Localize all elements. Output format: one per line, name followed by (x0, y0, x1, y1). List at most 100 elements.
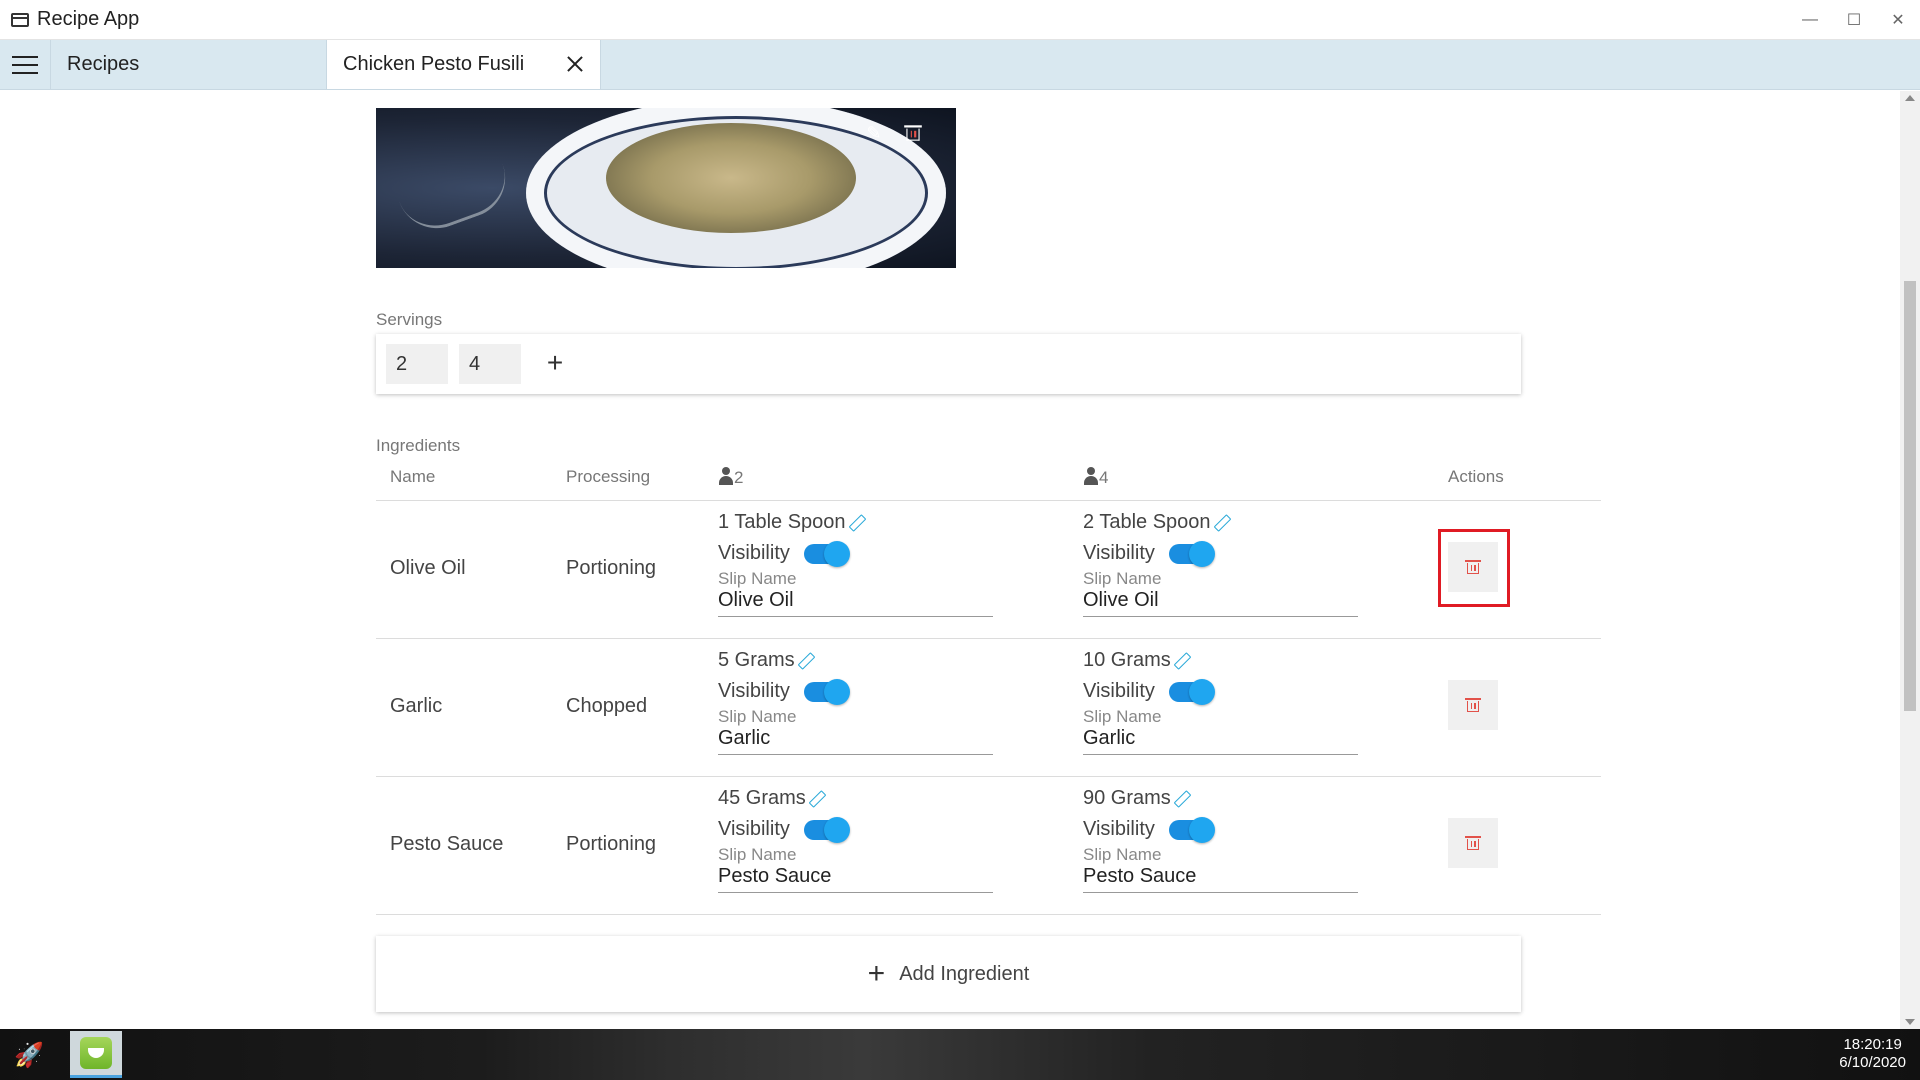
hamburger-icon (12, 55, 38, 58)
scroll-down-arrow[interactable] (1905, 1019, 1915, 1025)
pencil-icon[interactable] (1173, 653, 1189, 669)
slip-name-field[interactable]: Garlic (1083, 727, 1358, 755)
table-divider (376, 914, 1601, 915)
visibility-toggle[interactable] (1168, 816, 1215, 843)
taskbar-app-recipe[interactable] (70, 1031, 122, 1078)
pasta-decoration (606, 123, 856, 233)
edit-icon[interactable]: ✎ (861, 120, 887, 146)
quantity-amount: 90 Grams (1083, 787, 1171, 809)
slip-name-label: Slip Name (1083, 569, 1162, 588)
visibility-label: Visibility (718, 818, 790, 840)
slip-name-field[interactable]: Garlic (718, 727, 993, 755)
clock-time: 18:20:19 (1843, 1036, 1902, 1053)
fork-decoration (385, 126, 517, 240)
column-header-actions: Actions (1448, 467, 1504, 486)
plus-icon: + (867, 957, 886, 990)
slip-name-label: Slip Name (718, 707, 797, 726)
pencil-icon[interactable] (797, 653, 813, 669)
scroll-up-arrow[interactable] (1905, 95, 1915, 101)
window-titlebar: Recipe App — ☐ ✕ (0, 0, 1920, 40)
trash-icon (1465, 836, 1481, 850)
slip-name-label: Slip Name (718, 569, 797, 588)
rocket-icon[interactable]: 🚀 (12, 1039, 46, 1071)
delete-ingredient-button[interactable] (1448, 542, 1498, 592)
image-trash-icon[interactable] (900, 120, 926, 146)
visibility-toggle[interactable] (803, 678, 850, 705)
quantity-block-serving-4: 2 Table Spoon Visibility Slip Name Olive… (1083, 511, 1358, 639)
close-icon[interactable] (564, 53, 586, 75)
column-header-name: Name (390, 467, 436, 486)
slip-name-label: Slip Name (1083, 707, 1162, 726)
servings-card: 2 4 + (376, 334, 1521, 394)
pencil-icon[interactable] (848, 515, 864, 531)
visibility-label: Visibility (1083, 680, 1155, 702)
trash-icon (1465, 560, 1481, 574)
visibility-label: Visibility (718, 680, 790, 702)
visibility-toggle[interactable] (803, 816, 850, 843)
tab-recipes[interactable]: Recipes (51, 40, 327, 89)
quantity-block-serving-2: 5 Grams Visibility Slip Name Garlic (718, 649, 993, 777)
table-row: Pesto Sauce Portioning 45 Grams Visibili… (376, 777, 1601, 915)
quantity-block-serving-2: 1 Table Spoon Visibility Slip Name Olive… (718, 511, 993, 639)
minimize-button[interactable]: — (1788, 0, 1832, 40)
pencil-icon[interactable] (808, 791, 824, 807)
ingredient-processing: Chopped (566, 695, 648, 717)
recipe-app-icon (80, 1037, 112, 1069)
ingredient-name: Garlic (390, 695, 443, 717)
trash-icon (1465, 698, 1481, 712)
visibility-label: Visibility (1083, 542, 1155, 564)
column-header-serving-2: 2 (718, 467, 743, 488)
clock: 18:20:19 6/10/2020 (1839, 1036, 1906, 1072)
pencil-icon[interactable] (1213, 515, 1229, 531)
add-ingredient-label: Add Ingredient (899, 962, 1030, 985)
person-icon (1083, 467, 1099, 485)
quantity-block-serving-4: 90 Grams Visibility Slip Name Pesto Sauc… (1083, 787, 1358, 915)
delete-ingredient-button[interactable] (1448, 680, 1498, 730)
delete-ingredient-button[interactable] (1448, 818, 1498, 868)
window-title: Recipe App (37, 8, 140, 30)
servings-label: Servings (376, 310, 443, 329)
quantity-block-serving-2: 45 Grams Visibility Slip Name Pesto Sauc… (718, 787, 993, 915)
quantity-amount: 10 Grams (1083, 649, 1171, 671)
quantity-block-serving-4: 10 Grams Visibility Slip Name Garlic (1083, 649, 1358, 777)
slip-name-field[interactable]: Olive Oil (718, 589, 993, 617)
recipe-image: ✎ (376, 108, 956, 268)
quantity-amount: 5 Grams (718, 649, 795, 671)
slip-name-field[interactable]: Pesto Sauce (1083, 865, 1358, 893)
ingredient-processing: Portioning (566, 833, 657, 855)
slip-name-field[interactable]: Pesto Sauce (718, 865, 993, 893)
vertical-scrollbar[interactable] (1900, 91, 1920, 1029)
scrollbar-thumb[interactable] (1904, 281, 1916, 711)
tab-active-label: Chicken Pesto Fusili (343, 53, 525, 75)
slip-name-label: Slip Name (718, 845, 797, 864)
serving-chip-2[interactable]: 2 (386, 344, 448, 384)
serving-chip-4[interactable]: 4 (459, 344, 521, 384)
add-serving-button[interactable]: + (538, 346, 572, 380)
column-header-serving-4: 4 (1083, 467, 1108, 488)
tab-chicken-pesto-fusili[interactable]: Chicken Pesto Fusili (327, 40, 601, 89)
recipe-detail-content: ✎ Servings 2 4 + Ingredients Name Proces… (0, 91, 1900, 1029)
table-row: Olive Oil Portioning 1 Table Spoon Visib… (376, 501, 1601, 639)
slip-name-field[interactable]: Olive Oil (1083, 589, 1358, 617)
visibility-toggle[interactable] (1168, 540, 1215, 567)
quantity-amount: 2 Table Spoon (1083, 511, 1211, 533)
column-header-processing: Processing (566, 467, 651, 486)
window-controls: — ☐ ✕ (1788, 0, 1920, 40)
close-window-button[interactable]: ✕ (1876, 0, 1920, 40)
visibility-toggle[interactable] (1168, 678, 1215, 705)
table-row: Garlic Chopped 5 Grams Visibility Slip N… (376, 639, 1601, 777)
person-icon (718, 467, 734, 485)
pencil-icon[interactable] (1173, 791, 1189, 807)
add-ingredient-button[interactable]: + Add Ingredient (376, 936, 1521, 1012)
ingredients-label: Ingredients (376, 436, 461, 455)
quantity-amount: 45 Grams (718, 787, 806, 809)
hamburger-menu-button[interactable] (0, 40, 51, 89)
ingredient-processing: Portioning (566, 557, 657, 579)
visibility-toggle[interactable] (803, 540, 850, 567)
slip-name-label: Slip Name (1083, 845, 1162, 864)
maximize-button[interactable]: ☐ (1832, 0, 1876, 40)
clock-date: 6/10/2020 (1839, 1054, 1906, 1071)
ingredient-name: Olive Oil (390, 557, 466, 579)
quantity-amount: 1 Table Spoon (718, 511, 846, 533)
ingredient-name: Pesto Sauce (390, 833, 504, 855)
